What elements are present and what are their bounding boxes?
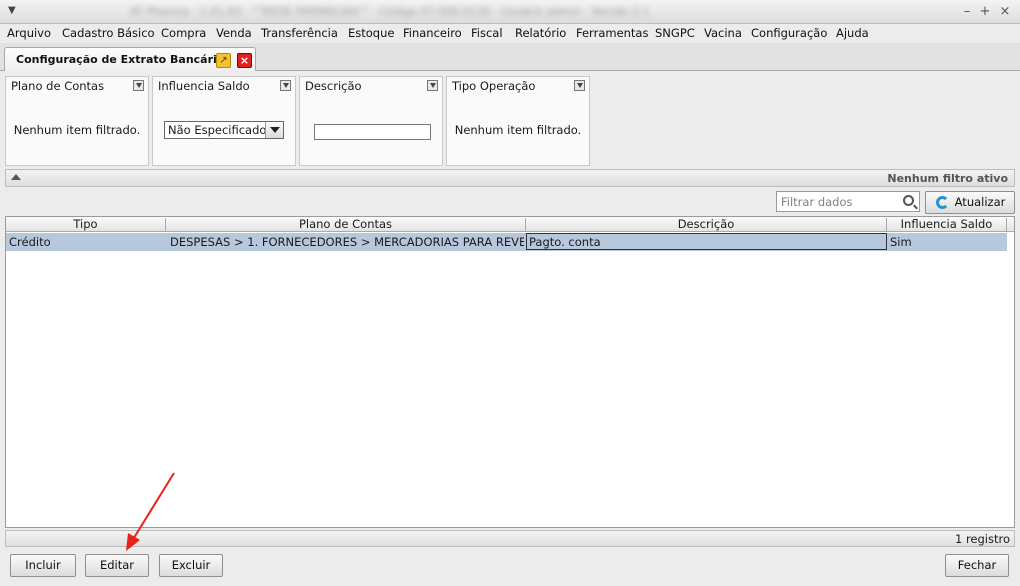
annotation-arrow: [126, 472, 175, 551]
